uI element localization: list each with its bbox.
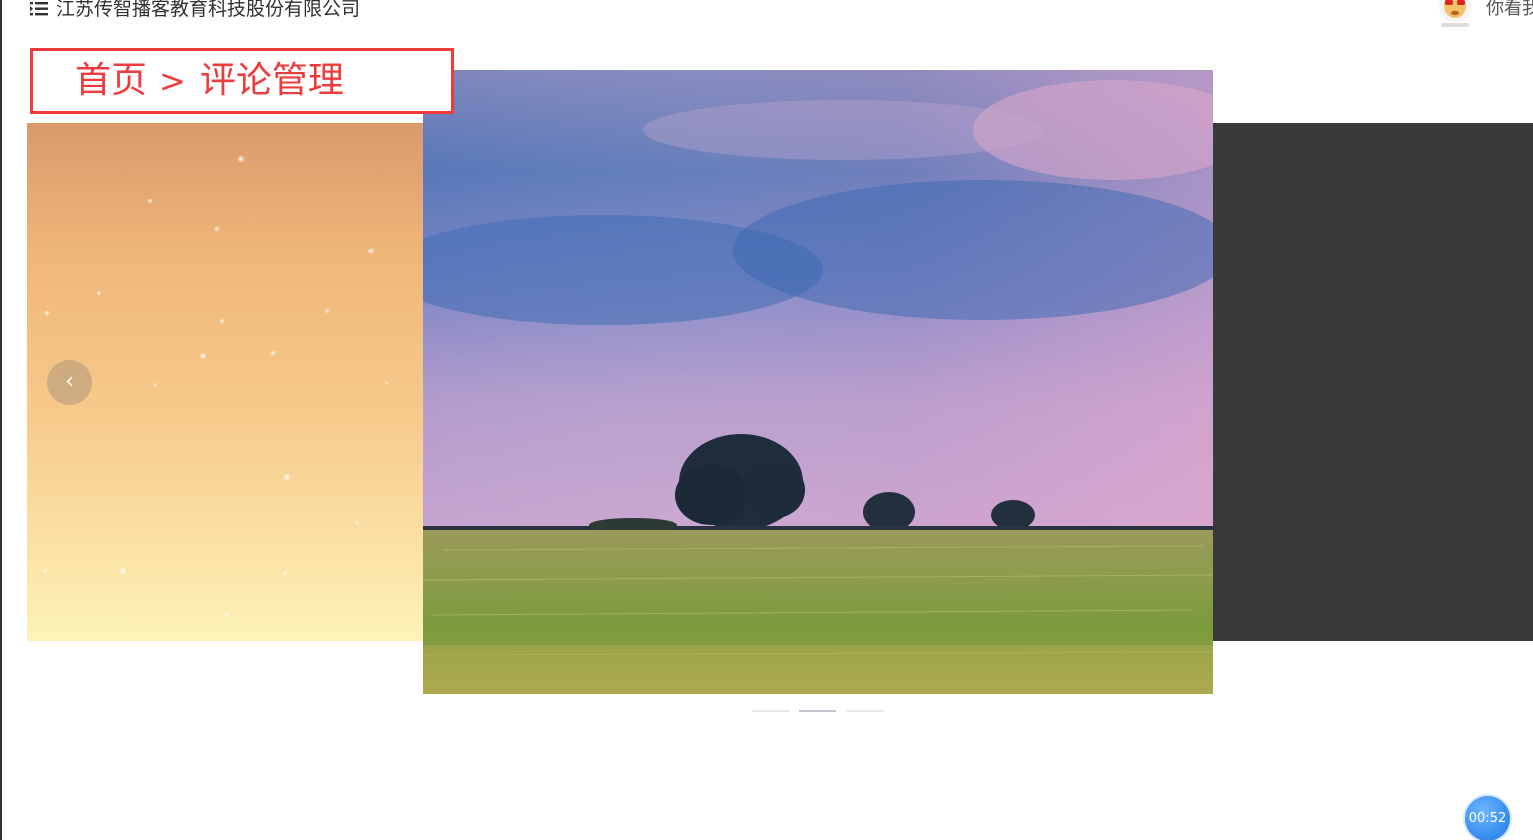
carousel-indicator[interactable] — [752, 710, 789, 712]
breadcrumb-separator: > — [159, 62, 186, 100]
breadcrumb-current: 评论管理 — [199, 60, 344, 101]
breadcrumb: 首页 > 评论管理 — [30, 48, 454, 114]
company-name: 江苏传智播客教育科技股份有限公司 — [56, 0, 361, 20]
image-carousel: ‹ — [27, 70, 1533, 730]
top-header: 江苏传智播客教育科技股份有限公司 你看我 — [0, 0, 1533, 27]
user-greeting[interactable]: 你看我 — [1486, 0, 1533, 22]
hamburger-menu-icon[interactable] — [30, 1, 48, 17]
carousel-slide-active[interactable] — [423, 70, 1213, 694]
timer-badge[interactable]: 00:52 — [1465, 796, 1510, 840]
carousel-prev-arrow-icon[interactable]: ‹ — [47, 360, 92, 405]
carousel-indicator-active[interactable] — [799, 710, 836, 712]
user-avatar-icon[interactable] — [1433, 0, 1477, 32]
breadcrumb-home[interactable]: 首页 — [75, 59, 147, 103]
sidebar-edge — [0, 0, 2, 840]
carousel-slide-next[interactable] — [1213, 123, 1533, 641]
carousel-indicator[interactable] — [847, 710, 884, 712]
page: 江苏传智播客教育科技股份有限公司 你看我 首页 > 评论管理 ‹ 00:52 — [0, 0, 1533, 840]
